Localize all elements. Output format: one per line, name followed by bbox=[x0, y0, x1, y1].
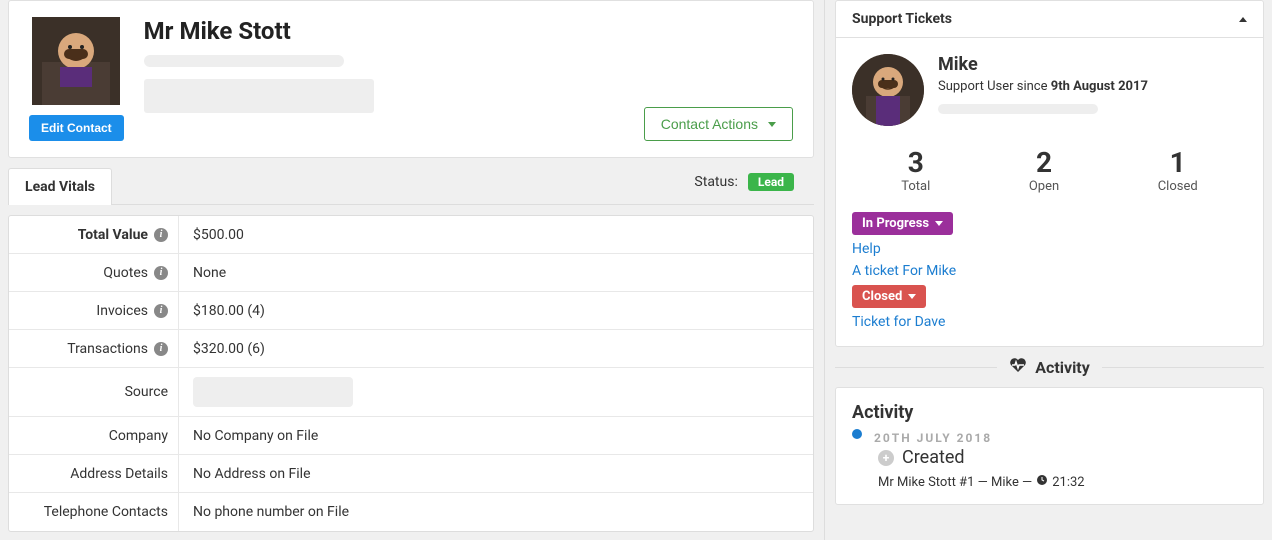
stat-number: 2 bbox=[1029, 146, 1059, 179]
support-stat: 1Closed bbox=[1158, 146, 1198, 194]
activity-section-label: Activity bbox=[1035, 358, 1090, 377]
vitals-label: Total Valuei bbox=[9, 216, 179, 253]
vitals-value: None bbox=[179, 254, 813, 291]
info-icon[interactable]: i bbox=[154, 266, 168, 280]
vitals-row: CompanyNo Company on File bbox=[9, 417, 813, 455]
chevron-up-icon bbox=[1239, 17, 1247, 22]
contact-actions-button[interactable]: Contact Actions bbox=[644, 107, 793, 141]
vitals-label: Source bbox=[9, 368, 179, 416]
ticket-link[interactable]: Ticket for Dave bbox=[852, 314, 1247, 330]
placeholder-line bbox=[144, 55, 344, 67]
vitals-value: $180.00 (4) bbox=[179, 292, 813, 329]
plus-circle-icon: + bbox=[878, 450, 894, 466]
activity-title: Activity bbox=[852, 402, 1247, 423]
stat-label: Open bbox=[1029, 179, 1059, 194]
placeholder-small bbox=[938, 104, 1098, 114]
vitals-row: Source bbox=[9, 368, 813, 417]
edit-contact-button[interactable]: Edit Contact bbox=[29, 115, 124, 141]
placeholder-block bbox=[144, 79, 374, 113]
vitals-row: QuotesiNone bbox=[9, 254, 813, 292]
timeline-event: + Created bbox=[878, 447, 1247, 468]
vitals-label: Quotesi bbox=[9, 254, 179, 291]
support-avatar bbox=[852, 54, 924, 126]
vitals-label: Telephone Contacts bbox=[9, 493, 179, 531]
heartbeat-icon bbox=[1009, 357, 1027, 377]
support-user-name: Mike bbox=[938, 54, 1148, 75]
ticket-status-badge[interactable]: Closed bbox=[852, 285, 926, 308]
vitals-row: Transactionsi$320.00 (6) bbox=[9, 330, 813, 368]
support-stat: 3Total bbox=[901, 146, 930, 194]
stat-number: 3 bbox=[901, 146, 930, 179]
chevron-down-icon bbox=[935, 221, 943, 226]
vitals-label: Address Details bbox=[9, 455, 179, 492]
support-user-since: Support User since 9th August 2017 bbox=[938, 79, 1148, 94]
timeline-date: 20TH JULY 2018 bbox=[874, 431, 992, 445]
chevron-down-icon bbox=[908, 294, 916, 299]
stat-number: 1 bbox=[1158, 146, 1198, 179]
activity-panel: Activity 20TH JULY 2018 + Created Mr Mik… bbox=[835, 387, 1264, 505]
status-label: Status: bbox=[694, 174, 737, 190]
info-icon[interactable]: i bbox=[154, 228, 168, 242]
timeline-dot bbox=[852, 429, 862, 439]
ticket-link[interactable]: A ticket For Mike bbox=[852, 263, 1247, 279]
contact-actions-label: Contact Actions bbox=[661, 116, 758, 132]
vitals-row: Invoicesi$180.00 (4) bbox=[9, 292, 813, 330]
contact-name: Mr Mike Stott bbox=[144, 17, 624, 45]
chevron-down-icon bbox=[768, 122, 776, 127]
panel-title: Support Tickets bbox=[852, 11, 952, 27]
tab-lead-vitals[interactable]: Lead Vitals bbox=[8, 168, 112, 205]
timeline-description: Mr Mike Stott #1 — Mike — 21:32 bbox=[878, 474, 1247, 490]
support-tickets-header[interactable]: Support Tickets bbox=[836, 1, 1263, 38]
vitals-label: Company bbox=[9, 417, 179, 454]
vitals-value: No Address on File bbox=[179, 455, 813, 492]
activity-divider: Activity bbox=[835, 357, 1264, 377]
info-icon[interactable]: i bbox=[154, 342, 168, 356]
status-badge: Lead bbox=[748, 173, 794, 191]
vitals-value bbox=[179, 368, 813, 416]
vitals-value: No Company on File bbox=[179, 417, 813, 454]
vitals-value: $320.00 (6) bbox=[179, 330, 813, 367]
info-icon[interactable]: i bbox=[154, 304, 168, 318]
lead-vitals-table: Total Valuei$500.00QuotesiNoneInvoicesi$… bbox=[8, 215, 814, 532]
support-tickets-panel: Support Tickets Mike Support User since … bbox=[835, 0, 1264, 347]
source-placeholder[interactable] bbox=[193, 377, 353, 407]
stat-label: Total bbox=[901, 179, 930, 194]
stat-label: Closed bbox=[1158, 179, 1198, 194]
support-stats: 3Total 2Open 1Closed bbox=[852, 146, 1247, 194]
vitals-row: Total Valuei$500.00 bbox=[9, 216, 813, 254]
vitals-row: Telephone ContactsNo phone number on Fil… bbox=[9, 493, 813, 531]
vitals-value: No phone number on File bbox=[179, 493, 813, 531]
clock-icon bbox=[1036, 474, 1048, 490]
vitals-value: $500.00 bbox=[179, 216, 813, 253]
ticket-link[interactable]: Help bbox=[852, 241, 1247, 257]
ticket-status-badge[interactable]: In Progress bbox=[852, 212, 953, 235]
vitals-label: Invoicesi bbox=[9, 292, 179, 329]
vitals-label: Transactionsi bbox=[9, 330, 179, 367]
support-stat: 2Open bbox=[1029, 146, 1059, 194]
ticket-groups: In Progress Help A ticket For Mike Closed Ti… bbox=[852, 212, 1247, 330]
contact-avatar bbox=[32, 17, 120, 105]
vitals-row: Address DetailsNo Address on File bbox=[9, 455, 813, 493]
